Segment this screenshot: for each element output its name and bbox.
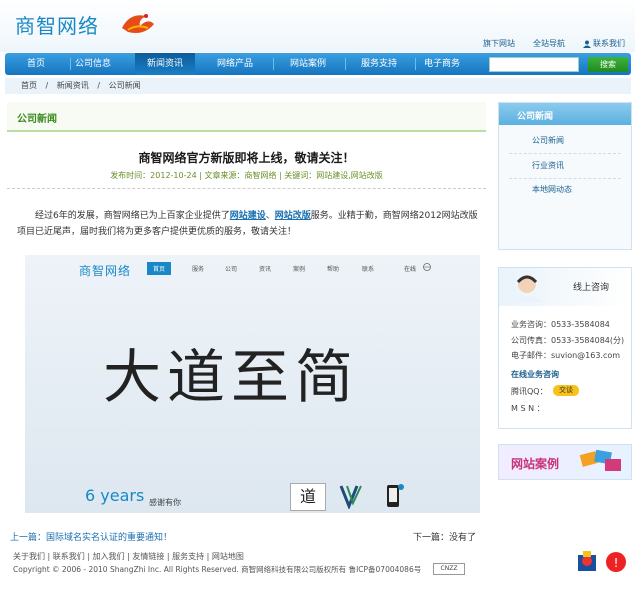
toplink-sitemap[interactable]: 全站导航 <box>533 38 565 49</box>
hero-nav-item: 服务 <box>192 266 205 273</box>
case-thumbnails-icon <box>579 449 621 471</box>
main-content: 公司新闻 商智网络官方新版即将上线，敬请关注！ 发布时间：2012-10-24 … <box>7 102 486 543</box>
contact-msn: M S N ： <box>511 404 545 413</box>
divider <box>509 178 621 179</box>
contact-online-label: 线上咨询 <box>573 283 610 293</box>
hero-years: 6 years <box>85 486 145 505</box>
breadcrumb: 首页 / 新闻资讯 / 公司新闻 <box>5 78 631 94</box>
hero-nav-item: 公司 <box>225 266 238 273</box>
contact-label: 联系我们 <box>593 39 625 48</box>
next-article-label: 下一篇：没有了 <box>412 533 476 543</box>
alert-badge-icon[interactable]: ! <box>604 549 628 575</box>
sidebar-item-company-news[interactable]: 公司新闻 <box>532 135 564 146</box>
breadcrumb-home[interactable]: 首页 <box>21 81 37 90</box>
toplink-sites[interactable]: 旗下网站 <box>483 38 515 49</box>
support-agent-icon <box>515 275 543 302</box>
sidebar-header: 公司新闻 <box>499 103 631 125</box>
logo-emblem-icon <box>122 14 154 33</box>
sidebar-news-box: 公司新闻 公司新闻 行业资讯 本地网动态 <box>498 102 632 250</box>
article-image: 商智网络 首页 服务 公司 资讯 案例 帮助 联系 在线 大道至简 6 year… <box>25 255 480 513</box>
footer-links[interactable]: 关于我们 | 联系我们 | 加入我们 | 友情链接 | 服务支持 | 网站地图 <box>13 551 244 562</box>
nav-divider <box>273 58 274 70</box>
security-badge-icon[interactable] <box>575 549 599 575</box>
contact-email: 电子邮件：suvion@163.com <box>511 351 621 360</box>
contact-phone: 业务咨询：0533-3584084 <box>511 320 610 329</box>
cnzz-badge[interactable]: CNZZ <box>433 563 465 575</box>
nav-item-ecommerce[interactable]: 电子商务 <box>412 53 472 75</box>
sidebar-item-industry[interactable]: 行业资讯 <box>532 160 564 171</box>
globe-icon <box>423 263 431 271</box>
breadcrumb-separator: / <box>45 81 49 90</box>
contact-online-service: 在线业务咨询 <box>511 370 559 379</box>
article-title: 商智网络官方新版即将上线，敬请关注！ <box>138 151 355 165</box>
hero-nav-item: 首页 <box>147 262 172 275</box>
nav-item-products[interactable]: 网络产品 <box>205 53 265 75</box>
hero-thanks: 感谢有你 <box>149 498 181 507</box>
hero-nav-item: 资讯 <box>259 266 272 273</box>
body-sep: 、 <box>265 211 275 221</box>
contact-banner: 线上咨询 <box>499 268 631 306</box>
nav-item-company[interactable]: 公司信息 <box>63 53 123 75</box>
nav-item-cases[interactable]: 网站案例 <box>278 53 338 75</box>
sitemap-label: 全站导航 <box>533 39 565 48</box>
nav-divider <box>345 58 346 70</box>
divider <box>7 188 486 189</box>
breadcrumb-separator: / <box>97 81 101 90</box>
search-button[interactable]: 搜索 <box>588 57 628 72</box>
dao-icon: 道 <box>290 483 326 511</box>
contact-box: 线上咨询 业务咨询：0533-3584084 公司传真：0533-3584084… <box>498 267 632 429</box>
copyright: Copyright © 2006 - 2010 ShangZhi Inc. Al… <box>13 565 422 574</box>
user-icon <box>583 40 591 48</box>
site-logo[interactable]: 商智网络 <box>15 10 99 39</box>
section-header: 公司新闻 <box>7 102 486 132</box>
hero-nav-item: 联系 <box>362 266 375 273</box>
contact-fax: 公司传真：0533-3584084(分) <box>511 336 625 345</box>
phone-icon <box>387 484 404 507</box>
search-input[interactable] <box>489 57 579 72</box>
link-web-build[interactable]: 网站建设 <box>230 211 266 221</box>
hero-nav-item: 帮助 <box>327 266 340 273</box>
hero-tag: 在线 <box>404 266 417 273</box>
case-banner-title: 网站案例 <box>511 457 560 471</box>
svg-text:!: ! <box>614 556 619 570</box>
sidebar-item-local[interactable]: 本地网动态 <box>532 184 572 195</box>
hero-logo: 商智网络 <box>79 264 132 278</box>
contact-qq: 腾讯QQ： <box>511 387 548 396</box>
nav-item-home[interactable]: 首页 <box>6 53 66 75</box>
body-text-1: 经过6年的发展，商智网络已为上百家企业提供了 <box>35 211 230 221</box>
hero-slogan: 大道至简 <box>103 343 360 411</box>
breadcrumb-news[interactable]: 新闻资讯 <box>57 81 89 90</box>
article-body: 经过6年的发展，商智网络已为上百家企业提供了网站建设、网站改版服务。业精于勤，商… <box>17 208 479 240</box>
hero-nav-item: 案例 <box>293 266 306 273</box>
divider <box>509 153 621 154</box>
section-title: 公司新闻 <box>17 114 57 125</box>
link-web-revamp[interactable]: 网站改版 <box>275 211 311 221</box>
v-logo-icon <box>339 485 362 509</box>
prev-article-link[interactable]: 上一篇：国际域名实名认证的重要通知！ <box>10 530 172 543</box>
breadcrumb-current: 公司新闻 <box>108 81 141 90</box>
nav-item-news[interactable]: 新闻资讯 <box>135 53 195 75</box>
sidebar-title: 公司新闻 <box>517 112 554 122</box>
article-meta: 发布时间：2012-10-24 | 文章来源：商智网络 | 关键词：网站建设,网… <box>110 171 383 180</box>
sites-label: 旗下网站 <box>483 39 515 48</box>
qq-chat-button[interactable]: 交谈 <box>553 385 579 396</box>
header: 商智网络 旗下网站 全站导航 联系我们 <box>0 0 635 52</box>
nav-item-support[interactable]: 服务支持 <box>349 53 409 75</box>
case-banner[interactable]: 网站案例 <box>498 444 632 480</box>
toplink-contact[interactable]: 联系我们 <box>583 38 625 49</box>
